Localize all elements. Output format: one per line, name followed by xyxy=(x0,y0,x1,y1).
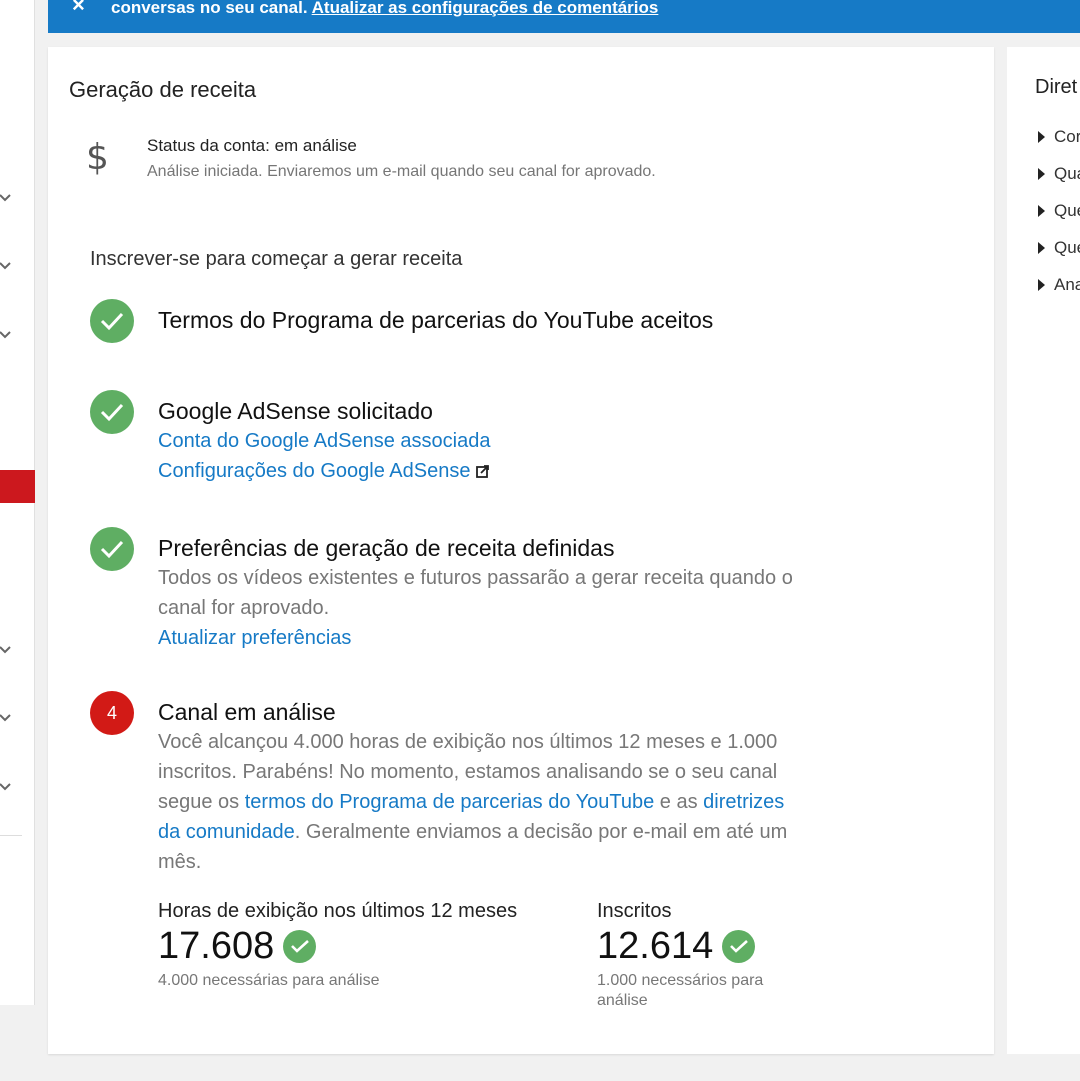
chevron-down-icon[interactable] xyxy=(0,782,12,792)
update-preferences-link[interactable]: Atualizar preferências xyxy=(158,623,798,653)
close-icon[interactable]: × xyxy=(72,0,85,18)
monetization-card: Geração de receita $ Status da conta: em… xyxy=(48,47,994,1054)
triangle-right-icon xyxy=(1038,279,1045,291)
faq-item[interactable]: Ana xyxy=(1038,275,1080,295)
step-description: Todos os vídeos existentes e futuros pas… xyxy=(158,567,793,619)
faq-item-label: Que xyxy=(1054,201,1080,220)
metric-label: Horas de exibição nos últimos 12 meses xyxy=(158,900,518,922)
section-subtitle: Inscrever-se para começar a gerar receit… xyxy=(90,248,463,270)
metric-value-row: 17.608 xyxy=(158,925,517,967)
step-description: Você alcançou 4.000 horas de exibição no… xyxy=(158,727,808,877)
faq-item-label: Qua xyxy=(1054,164,1080,183)
adsense-account-link[interactable]: Conta do Google AdSense associada xyxy=(158,426,818,456)
check-icon xyxy=(283,929,317,963)
desc-text: e as xyxy=(654,791,704,813)
watch-hours-metric: Horas de exibição nos últimos 12 meses 1… xyxy=(158,900,517,991)
chevron-down-icon[interactable] xyxy=(0,330,12,340)
faq-item-label: Ana xyxy=(1054,275,1080,294)
status-line: Status da conta: em análise xyxy=(147,136,357,155)
banner-text: conversas no seu canal. xyxy=(111,0,308,17)
external-link-icon xyxy=(476,457,490,487)
step-heading: Preferências de geração de receita defin… xyxy=(158,535,615,561)
sidebar-divider xyxy=(0,835,22,836)
sidebar-active-indicator[interactable] xyxy=(0,470,35,503)
panel-title: Diret xyxy=(1035,76,1078,98)
metric-label: Inscritos xyxy=(597,900,672,922)
metric-value: 17.608 xyxy=(158,925,275,967)
metric-value-row: 12.614 xyxy=(597,925,797,967)
dollar-icon: $ xyxy=(86,137,109,178)
status-detail: Análise iniciada. Enviaremos um e-mail q… xyxy=(147,163,656,180)
step-heading: Termos do Programa de parcerias do YouTu… xyxy=(158,307,714,333)
check-icon xyxy=(90,299,134,343)
step-heading: Canal em análise xyxy=(158,699,336,725)
left-sidebar xyxy=(0,0,35,1005)
metric-value: 12.614 xyxy=(597,925,714,967)
faq-item-label: Que xyxy=(1054,238,1080,257)
update-comment-settings-link[interactable]: Atualizar as configurações de comentário… xyxy=(312,0,659,17)
guidelines-panel: Diret Cor Qua Que Que Ana xyxy=(1007,47,1080,1054)
faq-item[interactable]: Que xyxy=(1038,201,1080,221)
chevron-down-icon[interactable] xyxy=(0,645,12,655)
triangle-right-icon xyxy=(1038,168,1045,180)
chevron-down-icon[interactable] xyxy=(0,193,12,203)
triangle-right-icon xyxy=(1038,131,1045,143)
metric-requirement: 1.000 necessários para análise xyxy=(597,972,764,1009)
banner-message: conversas no seu canal. Atualizar as con… xyxy=(111,0,658,16)
page-title: Geração de receita xyxy=(69,77,257,102)
chevron-down-icon[interactable] xyxy=(0,713,12,723)
subscribers-metric: Inscritos 12.614 1.000 necessários para … xyxy=(597,900,797,1011)
check-icon xyxy=(90,390,134,434)
adsense-settings-link[interactable]: Configurações do Google AdSense xyxy=(158,456,818,487)
chevron-down-icon[interactable] xyxy=(0,261,12,271)
step-heading: Google AdSense solicitado xyxy=(158,398,433,424)
notice-banner: × conversas no seu canal. Atualizar as c… xyxy=(48,0,1080,33)
check-icon xyxy=(90,527,134,571)
triangle-right-icon xyxy=(1038,242,1045,254)
metric-requirement: 4.000 necessárias para análise xyxy=(158,972,380,989)
check-icon xyxy=(722,929,756,963)
faq-item[interactable]: Cor xyxy=(1038,127,1080,147)
faq-item-label: Cor xyxy=(1054,127,1080,146)
faq-item[interactable]: Que xyxy=(1038,238,1080,258)
adsense-settings-label: Configurações do Google AdSense xyxy=(158,460,471,482)
triangle-right-icon xyxy=(1038,205,1045,217)
step-number-badge: 4 xyxy=(90,691,134,735)
faq-item[interactable]: Qua xyxy=(1038,164,1080,184)
partner-program-terms-link[interactable]: termos do Programa de parcerias do YouTu… xyxy=(245,791,655,813)
